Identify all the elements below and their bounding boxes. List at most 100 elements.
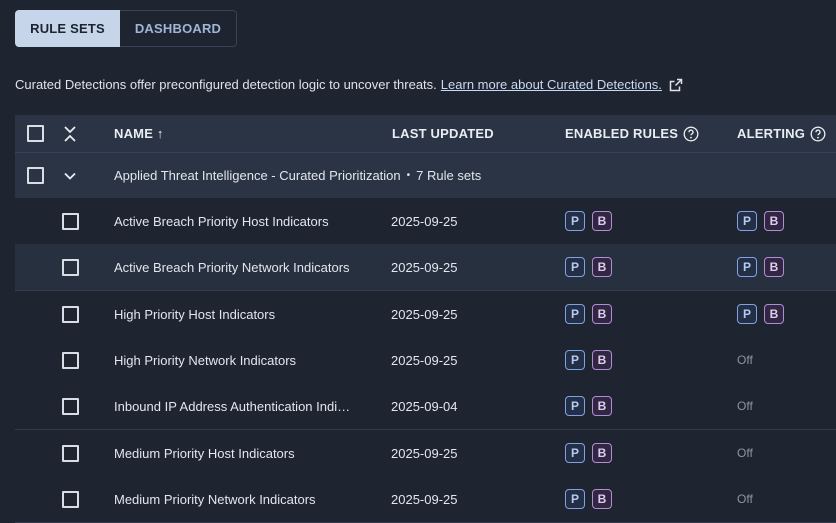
- row-inner: Active Breach Priority Network Indicator…: [27, 244, 836, 290]
- enabled-p-badge: P: [565, 211, 585, 231]
- row-checkbox-cell: [62, 476, 79, 522]
- alerting-cell: Off: [737, 476, 753, 522]
- rule-set-name[interactable]: Medium Priority Network Indicators: [114, 476, 316, 522]
- group-name: Applied Threat Intelligence - Curated Pr…: [114, 168, 401, 183]
- row-checkbox[interactable]: [62, 212, 79, 230]
- chevron-down-icon[interactable]: [64, 153, 76, 198]
- enabled-b-badge: B: [592, 211, 612, 231]
- row-checkbox[interactable]: [62, 258, 79, 276]
- intro-description: Curated Detections offer preconfigured d…: [15, 77, 437, 92]
- alerting-b-badge: B: [764, 211, 784, 231]
- row-checkbox-cell: [62, 244, 79, 290]
- table-row[interactable]: Inbound IP Address Authentication Indi… 2…: [15, 383, 836, 430]
- table-row[interactable]: Active Breach Priority Network Indicator…: [15, 244, 836, 291]
- enabled-rules-badges: PB: [565, 291, 619, 337]
- rule-set-name[interactable]: Inbound IP Address Authentication Indi…: [114, 383, 350, 429]
- row-inner: High Priority Host Indicators 2025-09-25 P…: [27, 291, 836, 337]
- rule-set-name[interactable]: Medium Priority Host Indicators: [114, 430, 295, 476]
- enabled-b-badge: B: [592, 304, 612, 324]
- row-checkbox-cell: [62, 383, 79, 429]
- enabled-p-badge: P: [565, 396, 585, 416]
- enabled-rules-badges: PB: [565, 337, 619, 383]
- last-updated: 2025-09-25: [391, 213, 458, 229]
- enabled-p-badge: P: [565, 489, 585, 509]
- alerting-p-badge: P: [737, 304, 757, 324]
- group-row: Applied Threat Intelligence - Curated Pr…: [15, 152, 836, 198]
- alerting-status: Off: [737, 353, 753, 367]
- row-checkbox-cell: [62, 337, 79, 383]
- group-checkbox-cell: [27, 153, 44, 198]
- alerting-cell: PB: [737, 291, 791, 337]
- tab-dashboard[interactable]: DASHBOARD: [120, 10, 237, 47]
- alerting-status: Off: [737, 399, 753, 413]
- last-updated: 2025-09-04: [391, 398, 458, 414]
- alerting-p-badge: P: [737, 211, 757, 231]
- column-header-alerting[interactable]: ALERTING: [737, 115, 826, 152]
- alerting-b-badge: B: [764, 257, 784, 277]
- row-inner: Active Breach Priority Host Indicators 20…: [27, 198, 836, 244]
- alerting-cell: PB: [737, 198, 791, 244]
- enabled-rules-badges: PB: [565, 198, 619, 244]
- alerting-p-badge: P: [737, 257, 757, 277]
- rule-set-name[interactable]: High Priority Host Indicators: [114, 291, 275, 337]
- tab-bar: RULE SETS DASHBOARD: [15, 10, 237, 47]
- help-icon[interactable]: [810, 126, 826, 142]
- alerting-cell: Off: [737, 383, 753, 429]
- last-updated: 2025-09-25: [391, 306, 458, 322]
- enabled-p-badge: P: [565, 443, 585, 463]
- alerting-cell: Off: [737, 337, 753, 383]
- table-row[interactable]: High Priority Host Indicators 2025-09-25 P…: [15, 291, 836, 338]
- row-inner: Inbound IP Address Authentication Indi… 2…: [27, 383, 836, 429]
- group-count: 7 Rule sets: [416, 168, 482, 183]
- learn-more-link[interactable]: Learn more about Curated Detections.: [441, 77, 662, 92]
- help-icon[interactable]: [683, 126, 699, 142]
- enabled-rules-badges: PB: [565, 476, 619, 522]
- alerting-label: ALERTING: [737, 126, 806, 141]
- table-row[interactable]: High Priority Network Indicators 2025-09-…: [15, 337, 836, 384]
- rule-set-name[interactable]: Active Breach Priority Host Indicators: [114, 198, 329, 244]
- column-header-name[interactable]: NAME ↑: [114, 115, 164, 152]
- alerting-cell: PB: [737, 244, 791, 290]
- collapse-all-icon[interactable]: [63, 115, 77, 152]
- enabled-b-badge: B: [592, 396, 612, 416]
- row-inner: High Priority Network Indicators 2025-09-…: [27, 337, 836, 383]
- enabled-rules-badges: PB: [565, 430, 619, 476]
- column-header-enabled-rules[interactable]: ENABLED RULES: [565, 115, 699, 152]
- alerting-status: Off: [737, 492, 753, 506]
- enabled-rules-badges: PB: [565, 383, 619, 429]
- alerting-status: Off: [737, 446, 753, 460]
- row-checkbox-cell: [62, 430, 79, 476]
- row-checkbox[interactable]: [62, 351, 79, 369]
- group-checkbox[interactable]: [27, 167, 44, 184]
- row-inner: Medium Priority Host Indicators 2025-09-2…: [27, 430, 836, 476]
- row-checkbox[interactable]: [62, 490, 79, 508]
- select-all-checkbox[interactable]: [27, 125, 44, 142]
- last-updated: 2025-09-25: [391, 259, 458, 275]
- last-updated: 2025-09-25: [391, 352, 458, 368]
- row-checkbox[interactable]: [62, 444, 79, 462]
- external-link-icon[interactable]: [669, 78, 683, 92]
- intro-text: Curated Detections offer preconfigured d…: [15, 77, 683, 92]
- table-row[interactable]: Medium Priority Host Indicators 2025-09-2…: [15, 430, 836, 477]
- tab-rule-sets[interactable]: RULE SETS: [15, 10, 120, 47]
- rule-set-name[interactable]: Active Breach Priority Network Indicator…: [114, 244, 350, 290]
- alerting-b-badge: B: [764, 304, 784, 324]
- enabled-b-badge: B: [592, 350, 612, 370]
- enabled-b-badge: B: [592, 443, 612, 463]
- rule-set-name[interactable]: High Priority Network Indicators: [114, 337, 296, 383]
- last-updated: 2025-09-25: [391, 445, 458, 461]
- row-checkbox-cell: [62, 198, 79, 244]
- group-label: Applied Threat Intelligence - Curated Pr…: [114, 153, 481, 198]
- enabled-p-badge: P: [565, 304, 585, 324]
- enabled-b-badge: B: [592, 489, 612, 509]
- enabled-b-badge: B: [592, 257, 612, 277]
- row-checkbox[interactable]: [62, 305, 79, 323]
- enabled-rules-label: ENABLED RULES: [565, 126, 679, 141]
- table-header: NAME ↑ LAST UPDATED ENABLED RULES ALERTI…: [15, 115, 836, 152]
- table-row[interactable]: Active Breach Priority Host Indicators 20…: [15, 198, 836, 245]
- column-header-last-updated[interactable]: LAST UPDATED: [392, 115, 494, 152]
- group-separator: •: [406, 170, 411, 181]
- alerting-cell: Off: [737, 430, 753, 476]
- row-checkbox[interactable]: [62, 397, 79, 415]
- last-updated: 2025-09-25: [391, 491, 458, 507]
